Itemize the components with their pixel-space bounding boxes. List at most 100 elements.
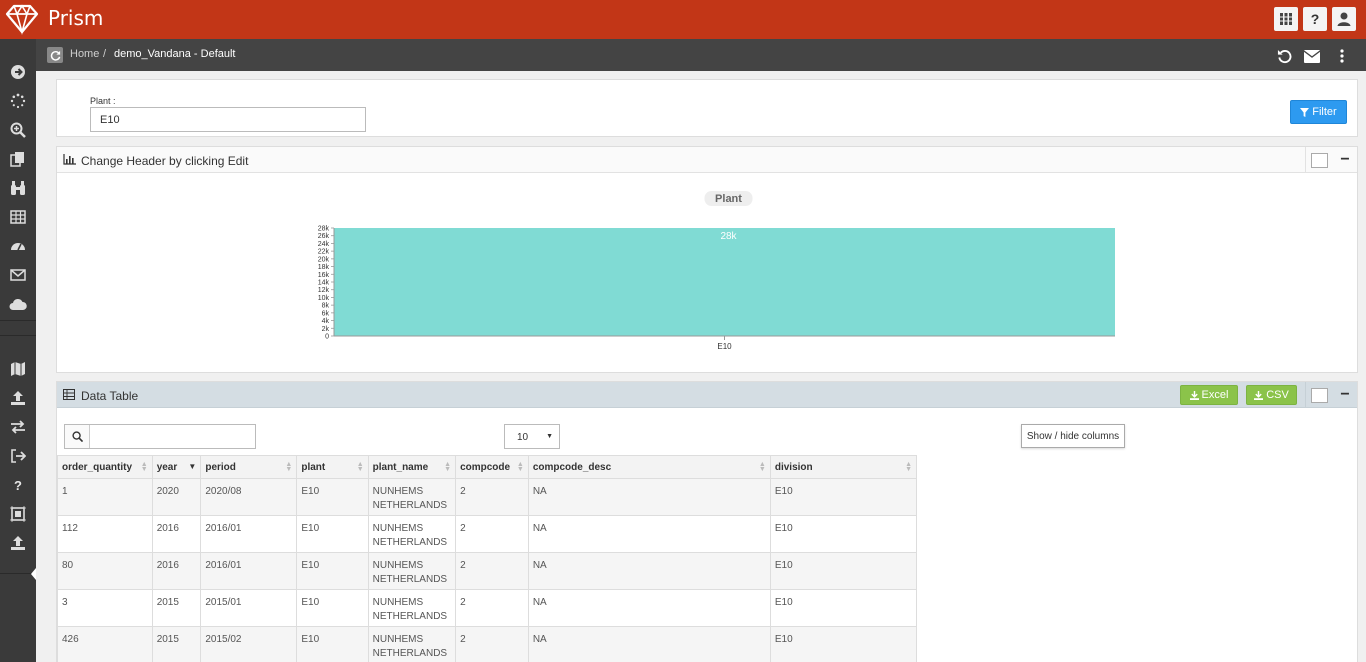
y-tick-label: 20k xyxy=(318,256,330,263)
table-row[interactable]: 1 2020 2020/08 E10 NUNHEMS NETHERLANDS 2 NA E10 xyxy=(57,478,918,516)
table-row[interactable]: 426 2015 2015/02 E10 NUNHEMS NETHERLANDS 2 NA E… xyxy=(57,626,918,662)
sidebar-item-frame[interactable] xyxy=(0,500,36,528)
table-cell-compcode-desc: NA xyxy=(527,589,771,627)
breadcrumb: Home / demo_Vandana - Default xyxy=(36,39,1366,71)
show-hide-columns-button[interactable]: Show / hide columns xyxy=(1021,424,1125,448)
table-cell-compcode: 2 xyxy=(455,515,529,553)
table-icon xyxy=(63,389,75,400)
envelope-icon xyxy=(1304,49,1320,63)
table-cell-division: E10 xyxy=(769,515,918,553)
breadcrumb-home-link[interactable]: Home xyxy=(70,48,99,60)
column-header-compcode-desc[interactable]: compcode_desc ▲ ▼ xyxy=(527,455,771,479)
grid-icon xyxy=(1280,13,1292,25)
reset-button[interactable] xyxy=(1275,47,1293,65)
sidebar-item-loading[interactable] xyxy=(0,87,36,115)
table-row[interactable]: 80 2016 2016/01 E10 NUNHEMS NETHERLANDS 2 NA E1… xyxy=(57,552,918,590)
download-icon xyxy=(1189,390,1199,400)
column-header-period[interactable]: period ▲ ▼ xyxy=(200,455,298,479)
chart-panel-collapse-button[interactable]: − xyxy=(1331,147,1359,173)
table-cell-order-quantity: 3 xyxy=(57,589,153,627)
sidebar-item-transfer[interactable] xyxy=(0,413,36,441)
y-tick-label: 4k xyxy=(322,318,330,325)
more-options-button[interactable] xyxy=(1333,47,1351,65)
help-button[interactable]: ? xyxy=(1303,7,1327,31)
table-cell-period: 2015/01 xyxy=(200,589,298,627)
sidebar-item-table[interactable] xyxy=(0,203,36,231)
chart-panel-select-toggle[interactable] xyxy=(1305,147,1333,173)
filter-button[interactable]: Filter xyxy=(1290,100,1347,124)
plant-filter-label: Plant : xyxy=(90,96,116,106)
table-cell-plant: E10 xyxy=(296,589,369,627)
kebab-menu-icon xyxy=(1340,49,1344,63)
sidebar-item-copy[interactable] xyxy=(0,145,36,173)
sidebar-item-map[interactable] xyxy=(0,355,36,383)
table-search xyxy=(64,424,256,449)
binoculars-icon xyxy=(11,181,25,195)
column-header-label: year xyxy=(156,461,178,473)
diamond-logo-icon[interactable] xyxy=(5,3,39,35)
sort-icon: ▲ ▼ xyxy=(140,461,148,473)
sidebar-item-navigate[interactable] xyxy=(0,58,36,86)
bar-chart-icon xyxy=(63,154,76,165)
column-header-label: compcode xyxy=(460,461,511,473)
table-cell-order-quantity: 112 xyxy=(57,515,153,553)
column-header-plant-name[interactable]: plant_name ▲ ▼ xyxy=(367,455,457,479)
table-cell-plant: E10 xyxy=(296,478,369,516)
sort-icon: ▲ ▼ xyxy=(444,461,452,473)
caret-down-icon: ▼ xyxy=(546,433,553,440)
email-button[interactable] xyxy=(1303,47,1321,65)
data-table-header: Data Table Excel CSV − xyxy=(57,382,1357,408)
refresh-button[interactable] xyxy=(47,47,63,63)
sidebar-item-upload-2[interactable] xyxy=(0,529,36,557)
export-csv-button[interactable]: CSV xyxy=(1246,385,1297,405)
sidebar-item-help[interactable]: ? xyxy=(0,471,36,499)
data-table-collapse-button[interactable]: − xyxy=(1331,382,1357,408)
data-table-panel: Data Table Excel CSV − 10 ▼ Show / hide … xyxy=(56,381,1358,662)
table-search-input[interactable] xyxy=(91,425,255,448)
table-cell-plant: E10 xyxy=(296,515,369,553)
minus-icon: − xyxy=(1340,151,1350,168)
plant-bar-chart: Plant 28k E10 02k4k6k8k10k12k14k16k18k20k22… xyxy=(318,191,1115,351)
apps-grid-button[interactable] xyxy=(1274,7,1298,31)
user-button[interactable] xyxy=(1332,7,1356,31)
sidebar-divider xyxy=(0,320,36,321)
transfer-icon xyxy=(11,420,25,434)
table-cell-division: E10 xyxy=(769,589,918,627)
plant-filter-input[interactable] xyxy=(90,107,366,132)
page-size-select[interactable]: 10 ▼ xyxy=(504,424,560,449)
column-header-division[interactable]: division ▲ ▼ xyxy=(769,455,918,479)
filter-button-label: Filter xyxy=(1312,106,1337,118)
table-cell-compcode: 2 xyxy=(455,626,529,662)
data-table-select-toggle[interactable] xyxy=(1305,382,1333,408)
table-cell-order-quantity: 426 xyxy=(57,626,153,662)
table-cell-compcode: 2 xyxy=(455,478,529,516)
column-header-label: plant_name xyxy=(372,461,429,473)
table-cell-year: 2016 xyxy=(151,552,202,590)
table-row[interactable]: 112 2016 2016/01 E10 NUNHEMS NETHERLANDS 2 NA E… xyxy=(57,515,918,553)
sidebar-item-signout[interactable] xyxy=(0,442,36,470)
spinner-icon xyxy=(10,93,26,109)
export-excel-button[interactable]: Excel xyxy=(1180,385,1238,405)
table-cell-plant-name: NUNHEMS NETHERLANDS xyxy=(367,515,457,553)
sidebar-item-explore[interactable] xyxy=(0,174,36,202)
sidebar-item-cloud[interactable] xyxy=(0,290,36,318)
sidebar-item-mail[interactable] xyxy=(0,261,36,289)
sidebar-item-zoom[interactable] xyxy=(0,116,36,144)
sidebar-item-upload[interactable] xyxy=(0,384,36,412)
sidebar-collapse-caret-icon[interactable] xyxy=(31,568,36,580)
y-tick-label: 22k xyxy=(318,249,330,256)
column-header-plant[interactable]: plant ▲ ▼ xyxy=(296,455,369,479)
column-header-compcode[interactable]: compcode ▲ ▼ xyxy=(455,455,529,479)
chart-title: Plant xyxy=(715,193,742,205)
column-header-label: compcode_desc xyxy=(532,461,612,473)
sidebar-item-dashboard[interactable] xyxy=(0,232,36,260)
column-header-year[interactable]: year ▼ xyxy=(151,455,202,479)
table-cell-period: 2015/02 xyxy=(200,626,298,662)
column-header-order-quantity[interactable]: order_quantity ▲ ▼ xyxy=(57,455,153,479)
y-tick-label: 28k xyxy=(318,226,330,233)
table-cell-year: 2015 xyxy=(151,589,202,627)
copy-icon xyxy=(10,152,24,167)
table-cell-division: E10 xyxy=(769,478,918,516)
breadcrumb-current: demo_Vandana - Default xyxy=(114,48,236,60)
table-row[interactable]: 3 2015 2015/01 E10 NUNHEMS NETHERLANDS 2 NA E10 xyxy=(57,589,918,627)
